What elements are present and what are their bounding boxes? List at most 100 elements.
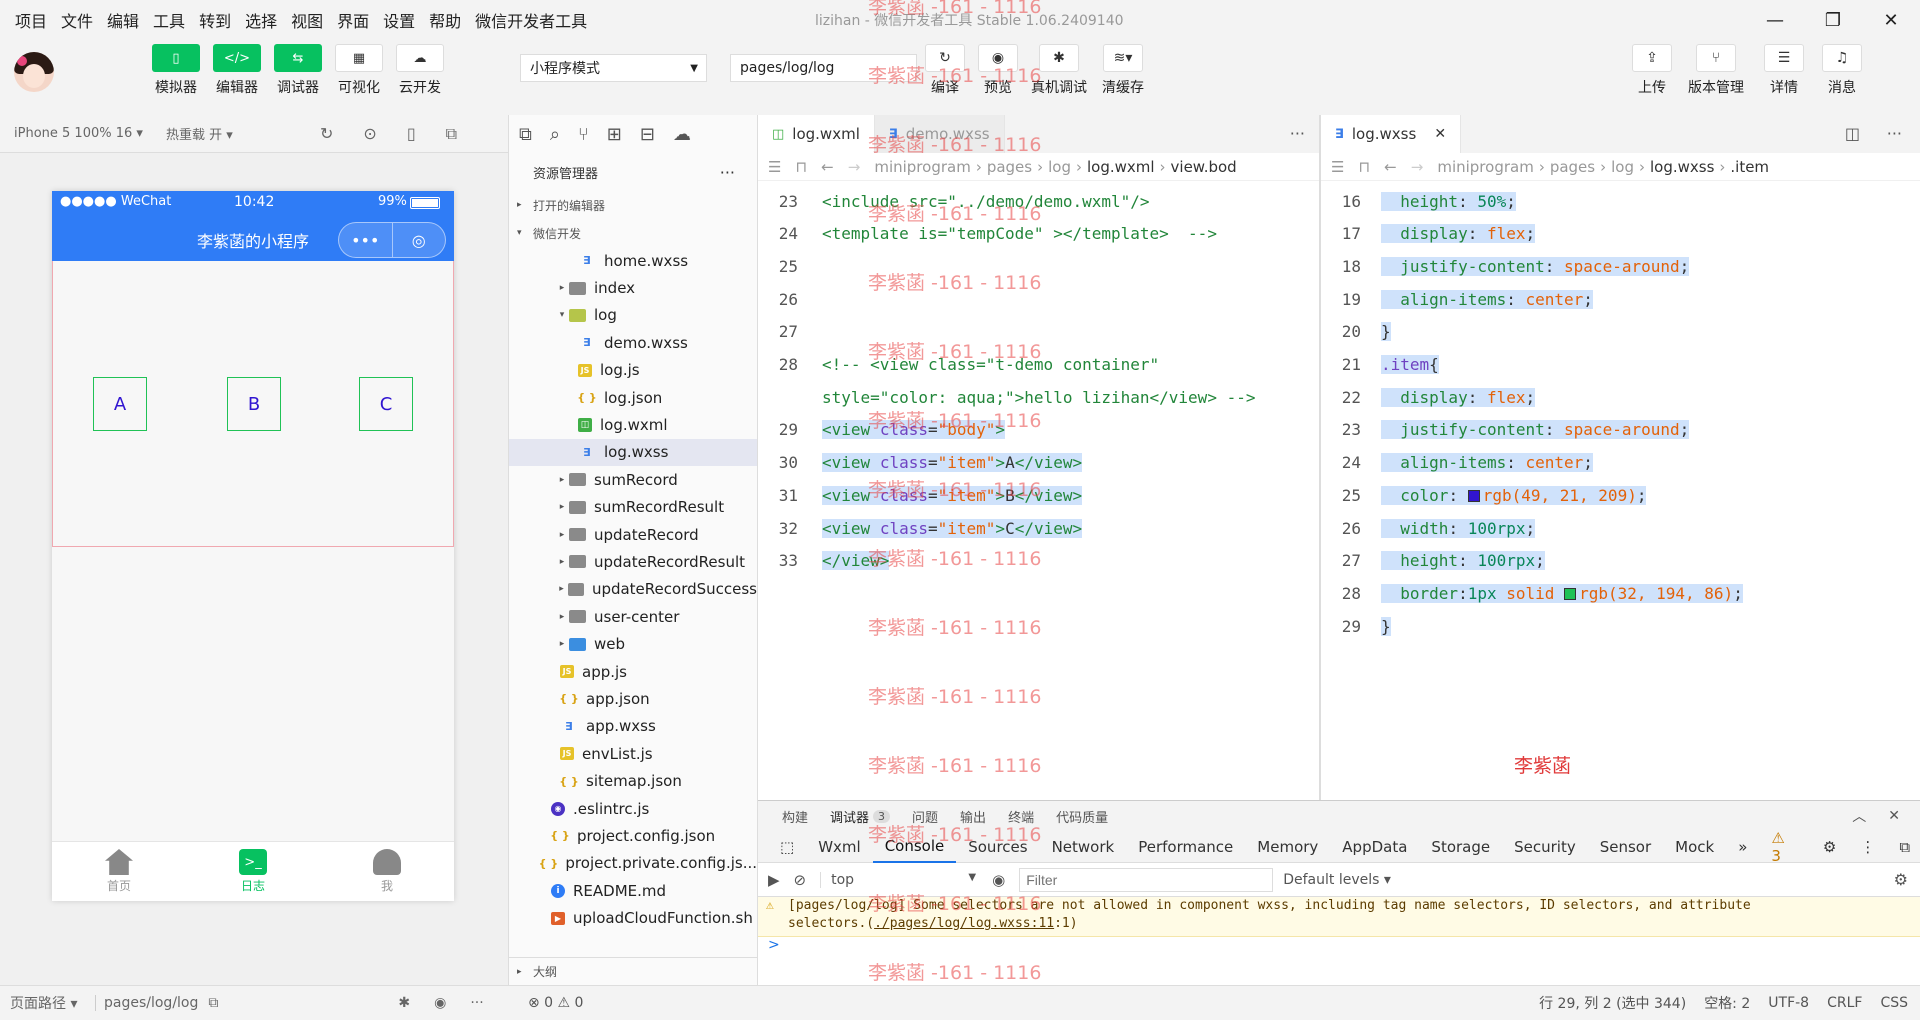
dock-icon[interactable]: ⧉ [1887, 831, 1920, 863]
search-icon[interactable]: ⌕ [550, 124, 560, 145]
breadcrumb-item[interactable]: .item [1730, 158, 1769, 176]
tree-item[interactable]: ▸ sumRecord [509, 466, 757, 493]
back-icon[interactable]: ← [821, 158, 834, 176]
item-a[interactable]: A [93, 377, 147, 431]
inspect-icon[interactable]: ⬚ [768, 831, 806, 863]
tree-item[interactable]: { } project.config.json [509, 822, 757, 849]
compile-button[interactable]: ↻ 编译 [925, 44, 965, 97]
popout-icon[interactable]: ⧉ [446, 124, 457, 144]
version-button[interactable]: ⑂ 版本管理 [1688, 44, 1744, 97]
breadcrumb-item[interactable]: miniprogram [874, 158, 970, 176]
console-prompt[interactable]: > [758, 937, 1920, 959]
menu-item[interactable]: 选择 [238, 8, 284, 32]
tree-item[interactable]: JS app.js [509, 658, 757, 685]
list-icon[interactable]: ☰ [768, 158, 781, 176]
remote-debug-button[interactable]: ✱ 真机调试 [1031, 44, 1087, 97]
hot-reload-toggle[interactable]: 热重载 开 ▾ [150, 124, 300, 143]
menu-item[interactable]: 界面 [330, 8, 376, 32]
devtools-top-tab[interactable]: 输出 [960, 807, 986, 826]
tree-item[interactable]: ∃ demo.wxss [509, 329, 757, 356]
avatar[interactable] [14, 52, 54, 92]
line-ending[interactable]: CRLF [1827, 995, 1862, 1011]
breadcrumb-item[interactable]: pages [987, 158, 1032, 176]
bookmark-icon[interactable]: ⊓ [1358, 158, 1370, 176]
tree-item[interactable]: JS log.js [509, 357, 757, 384]
device-select[interactable]: iPhone 5 100% 16 ▾ [0, 126, 150, 141]
devtools-tab[interactable]: Network [1040, 831, 1127, 863]
indentation[interactable]: 空格: 2 [1704, 993, 1750, 1013]
tree-item[interactable]: ◉ .eslintrc.js [509, 795, 757, 822]
outline-section[interactable]: ▸ 大纲 [509, 957, 759, 985]
eye-icon[interactable]: ◉ [992, 871, 1005, 889]
details-button[interactable]: ☰ 详情 [1764, 44, 1804, 97]
breadcrumb-item[interactable]: log.wxss [1650, 158, 1714, 176]
devtools-tab[interactable]: Console [872, 831, 957, 863]
tree-item[interactable]: { } sitemap.json [509, 767, 757, 794]
console-filter-input[interactable] [1019, 867, 1274, 892]
messages-button[interactable]: ♫ 消息 [1822, 44, 1862, 97]
page-select[interactable]: pages/log/log [730, 54, 917, 82]
close-icon[interactable]: ✕ [1888, 808, 1900, 824]
breadcrumb-item[interactable]: pages [1550, 158, 1595, 176]
breadcrumb-item[interactable]: log [1048, 158, 1071, 176]
gear-icon[interactable]: ⚙ [1894, 870, 1908, 889]
tab-me[interactable]: 我 [320, 842, 454, 901]
more-icon[interactable]: ••• [339, 223, 392, 257]
menu-item[interactable]: 文件 [54, 8, 100, 32]
debugger-toggle-button[interactable]: ⇆ 调试器 [272, 44, 324, 97]
tree-item[interactable]: { } project.private.config.js... [509, 850, 757, 877]
devtools-tab[interactable]: Wxml [806, 831, 873, 863]
menu-item[interactable]: 项目 [8, 8, 54, 32]
menu-item[interactable]: 转到 [192, 8, 238, 32]
mode-select[interactable]: 小程序模式 ▼ [520, 54, 707, 82]
docker-icon[interactable]: ☁ [673, 124, 691, 145]
clear-console-icon[interactable]: ⊘ [794, 871, 807, 889]
tree-item[interactable]: JS envList.js [509, 740, 757, 767]
tree-item[interactable]: { } log.json [509, 384, 757, 411]
menu-item[interactable]: 编辑 [100, 8, 146, 32]
menu-item[interactable]: 设置 [376, 8, 422, 32]
devtools-tab[interactable]: Security [1502, 831, 1588, 863]
tree-item[interactable]: ▸ sumRecordResult [509, 494, 757, 521]
forward-icon[interactable]: → [848, 158, 861, 176]
tree-item[interactable]: ∃ home.wxss [509, 247, 757, 274]
tree-item[interactable]: ▸ user-center [509, 603, 757, 630]
breadcrumb-item[interactable]: miniprogram [1437, 158, 1533, 176]
devtools-top-tab[interactable]: 代码质量 [1056, 807, 1108, 826]
devtools-top-tab[interactable]: 调试器 [830, 807, 869, 826]
tree-item[interactable]: ◫ log.wxml [509, 411, 757, 438]
phone-icon[interactable]: ▯ [407, 124, 416, 143]
menu-item[interactable]: 帮助 [422, 8, 468, 32]
more-icon[interactable]: ··· [470, 995, 483, 1011]
tree-item[interactable]: ▸ web [509, 630, 757, 657]
devtools-tab[interactable]: Sources [956, 831, 1039, 863]
close-icon[interactable]: ✕ [1434, 126, 1446, 142]
more-icon[interactable]: ··· [1887, 124, 1902, 143]
devtools-tab[interactable]: Storage [1419, 831, 1502, 863]
copy-icon[interactable]: ⧉ [208, 995, 218, 1011]
tab-demo-wxss[interactable]: ∃ demo.wxss [874, 115, 1005, 153]
clear-cache-button[interactable]: ≋▾ 清缓存 [1102, 44, 1144, 97]
minimize-button[interactable]: — [1746, 0, 1804, 40]
devtools-tab[interactable]: Performance [1126, 831, 1245, 863]
context-select[interactable]: top ▼ [820, 871, 980, 888]
menu-item[interactable]: 视图 [284, 8, 330, 32]
item-b[interactable]: B [227, 377, 281, 431]
tree-item[interactable]: ▸ updateRecord [509, 521, 757, 548]
menu-item[interactable]: 工具 [146, 8, 192, 32]
maximize-button[interactable]: ❐ [1804, 0, 1862, 40]
more-icon[interactable]: ··· [1290, 124, 1305, 143]
list-icon[interactable]: ☰ [1331, 158, 1344, 176]
tree-item[interactable]: ▶ uploadCloudFunction.sh [509, 904, 757, 931]
breadcrumb-item[interactable]: view.bod [1171, 158, 1237, 176]
devtools-tab[interactable]: Memory [1245, 831, 1330, 863]
devtools-tab[interactable]: AppData [1330, 831, 1419, 863]
tree-item[interactable]: ∃ app.wxss [509, 713, 757, 740]
encoding[interactable]: UTF-8 [1768, 995, 1809, 1011]
breadcrumb-item[interactable]: log.wxml [1087, 158, 1155, 176]
open-editors-section[interactable]: ▸ 打开的编辑器 [509, 191, 757, 219]
language-mode[interactable]: CSS [1880, 995, 1908, 1011]
devtools-top-tab[interactable]: 终端 [1008, 807, 1034, 826]
tree-item[interactable]: i README.md [509, 877, 757, 904]
editor-toggle-button[interactable]: </> 编辑器 [211, 44, 263, 97]
